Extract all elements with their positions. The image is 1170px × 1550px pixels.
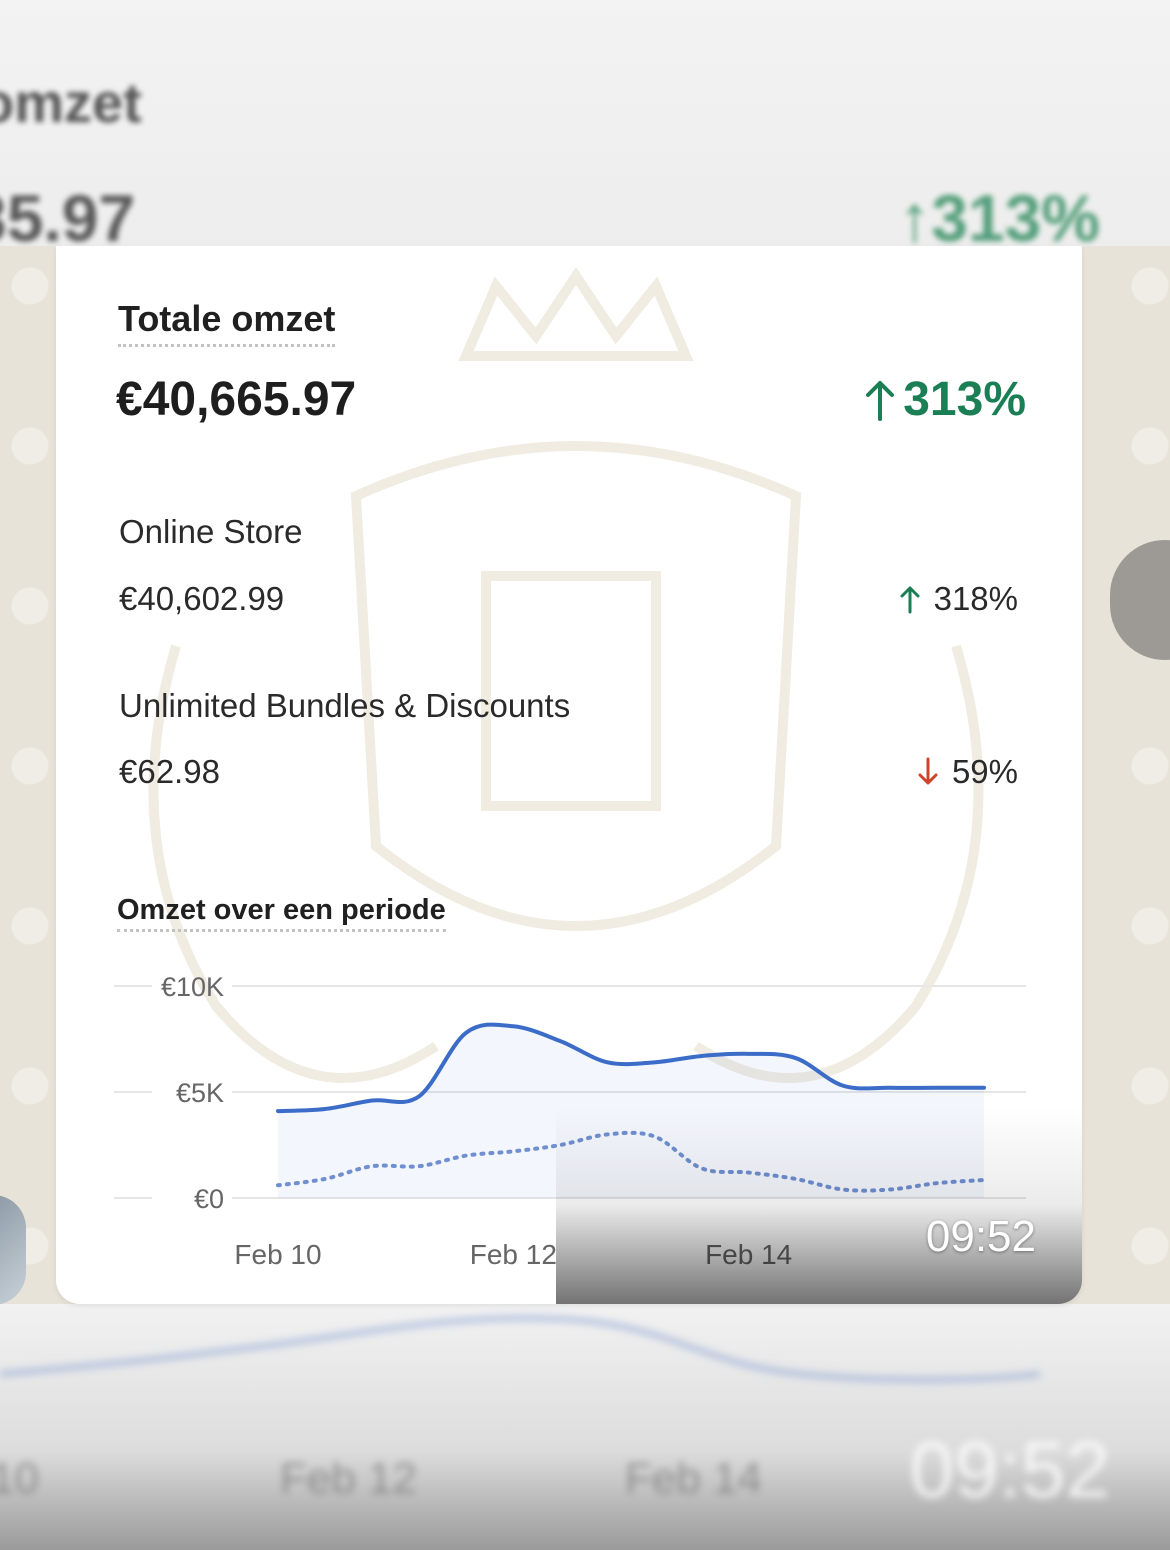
background-line-blur bbox=[0, 1315, 1041, 1383]
background-title-blur: omzet bbox=[0, 71, 142, 134]
channel-change-percent: 59% bbox=[951, 753, 1018, 790]
chart-title[interactable]: Omzet over een periode bbox=[117, 894, 446, 932]
background-x-label-blur: Feb 12 bbox=[280, 1454, 417, 1503]
x-tick-label: Feb 10 bbox=[234, 1239, 321, 1266]
background-timestamp-blur: 09:52 bbox=[909, 1425, 1110, 1514]
channel-label-online-store: Online Store bbox=[119, 513, 303, 550]
card-title[interactable]: Totale omzet bbox=[118, 298, 336, 347]
channel-value-online-store: €40,602.99 bbox=[119, 580, 285, 617]
x-tick-label: Feb 12 bbox=[470, 1239, 557, 1266]
background-value-blur: 35.97 bbox=[0, 181, 136, 246]
channel-value-bundles: €62.98 bbox=[119, 753, 220, 790]
total-change: 313% bbox=[865, 372, 1026, 427]
arrow-down-icon bbox=[918, 757, 938, 785]
channel-label-bundles: Unlimited Bundles & Discounts bbox=[119, 687, 571, 724]
y-tick-label: €5K bbox=[176, 1078, 224, 1108]
channel-change-percent: 318% bbox=[933, 580, 1018, 617]
series-area bbox=[278, 1024, 984, 1198]
background-x-label-blur: 10 bbox=[0, 1454, 39, 1503]
total-change-percent: 313% bbox=[903, 373, 1026, 426]
background-percent-blur: ↑313% bbox=[898, 181, 1100, 246]
background-bottom-blur: 10 Feb 12 Feb 14 09:52 bbox=[0, 1304, 1170, 1550]
background-top-blur: omzet 35.97 ↑313% bbox=[0, 0, 1170, 246]
y-tick-label: €0 bbox=[194, 1184, 224, 1214]
total-revenue-value: €40,665.97 bbox=[116, 373, 357, 426]
arrow-up-icon bbox=[900, 586, 920, 614]
channel-change-bundles: 59% bbox=[916, 753, 1018, 791]
y-tick-label: €10K bbox=[161, 972, 224, 1002]
message-timestamp: 09:52 bbox=[925, 1212, 1036, 1261]
arrow-up-icon bbox=[866, 380, 895, 421]
channel-change-online-store: 318% bbox=[898, 580, 1018, 618]
background-x-label-blur: Feb 14 bbox=[625, 1454, 762, 1503]
revenue-card[interactable]: Totale omzet €40,665.97 313% Online Stor… bbox=[56, 246, 1082, 1304]
x-tick-label: Feb 14 bbox=[705, 1239, 792, 1266]
